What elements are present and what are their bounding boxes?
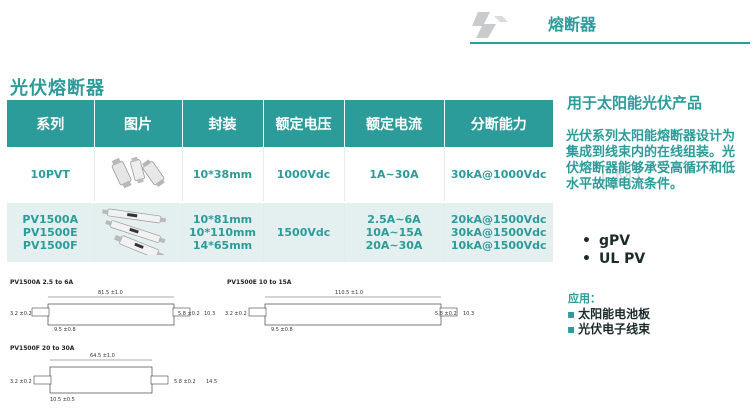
applications-heading: 应用： xyxy=(568,292,601,305)
col-series: 系列 xyxy=(7,100,95,147)
package-f: 14*65mm xyxy=(192,239,253,252)
dim-length: 81.5 ±1.0 xyxy=(98,290,123,296)
table-row: 10PVT 10*38mm 1000Vdc 1A~30A 30kA@1000Vd… xyxy=(7,147,553,202)
table-row: PV1500A PV1500E PV1500F 10*81mm 10*110mm… xyxy=(7,202,553,262)
breaking-e: 30kA@1500Vdc xyxy=(450,226,547,239)
dim-length: 110.5 ±1.0 xyxy=(335,290,363,296)
cell-package: 10*38mm xyxy=(182,147,264,202)
col-current: 额定电流 xyxy=(344,100,445,147)
cell-breaking: 20kA@1500Vdc 30kA@1500Vdc 10kA@1500Vdc xyxy=(444,202,553,262)
drawing-title: PV1500F 20 to 30A xyxy=(10,345,75,352)
package-a: 10*81mm xyxy=(192,213,253,226)
cell-breaking: 30kA@1000Vdc xyxy=(444,147,553,202)
spec-table: 系列 图片 封装 额定电压 额定电流 分断能力 10PVT 10*38mm 10… xyxy=(7,100,553,262)
current-a: 2.5A~6A xyxy=(367,213,421,226)
dim-end: 9.5 ±0.8 xyxy=(54,327,76,333)
col-package: 封装 xyxy=(182,100,264,147)
cell-package: 10*81mm 10*110mm 14*65mm xyxy=(182,202,264,262)
list-item: UL PV xyxy=(582,250,645,268)
list-item: 太阳能电池板 xyxy=(567,307,650,322)
drawing-pv1500a: PV1500A 2.5 to 6A 81.5 ±1.0 3.2 ±0.2 5.8… xyxy=(10,279,215,333)
header-title: 熔断器 xyxy=(548,15,597,34)
cell-voltage: 1500Vdc xyxy=(263,202,345,262)
applications-list: 太阳能电池板 光伏电子线束 xyxy=(567,307,650,337)
col-voltage: 额定电压 xyxy=(263,100,345,147)
breaking-f: 10kA@1500Vdc xyxy=(450,239,547,252)
series-f: PV1500F xyxy=(22,239,78,252)
list-item: gPV xyxy=(582,232,645,250)
dim-right: 5.8 ±0.2 xyxy=(174,379,196,385)
list-item: 光伏电子线束 xyxy=(567,322,650,337)
header-rule xyxy=(470,42,750,44)
dim-dia: 14.5 xyxy=(206,379,217,385)
dim-length: 64.5 ±1.0 xyxy=(90,353,115,359)
page-title: 光伏熔断器 xyxy=(10,78,105,99)
dim-end: 10.5 ±0.5 xyxy=(50,397,75,403)
fuse-pv1500-image xyxy=(102,208,167,259)
col-picture: 图片 xyxy=(94,100,183,147)
brand-logo-icon xyxy=(472,12,508,38)
package-e: 10*110mm xyxy=(189,226,256,239)
side-paragraph: 光伏系列太阳能熔断器设计为集成到线束内的在线组装。光伏熔断器能够承受高循环和低水… xyxy=(566,129,736,192)
series-a: PV1500A xyxy=(22,213,79,226)
col-breaking: 分断能力 xyxy=(444,100,553,147)
drawing-title: PV1500E 10 to 15A xyxy=(227,279,292,286)
cell-current: 2.5A~6A 10A~15A 20A~30A xyxy=(344,202,445,262)
dim-right: 5.8 ±0.2 xyxy=(435,311,457,317)
series-e: PV1500E xyxy=(22,226,78,239)
cell-voltage: 1000Vdc xyxy=(263,147,345,202)
cell-current: 1A~30A xyxy=(344,147,445,202)
drawing-title: PV1500A 2.5 to 6A xyxy=(10,279,73,286)
drawing-pv1500f: PV1500F 20 to 30A 64.5 ±1.0 3.2 ±0.2 5.8… xyxy=(10,345,217,403)
dim-left: 3.2 ±0.2 xyxy=(10,379,32,385)
cell-series: 10PVT xyxy=(7,147,95,202)
cell-picture xyxy=(94,202,183,262)
dim-right: 5.8 ±0.2 xyxy=(178,311,200,317)
dim-left: 3.2 ±0.2 xyxy=(10,311,32,317)
dim-end: 9.5 ±0.8 xyxy=(271,327,293,333)
table-header-row: 系列 图片 封装 额定电压 额定电流 分断能力 xyxy=(7,100,553,147)
cell-picture xyxy=(94,147,183,202)
fuse-10pvt-image xyxy=(111,156,165,188)
current-e: 10A~15A xyxy=(365,226,423,239)
drawing-pv1500e: PV1500E 10 to 15A 110.5 ±1.0 3.2 ±0.2 5.… xyxy=(225,279,474,333)
dim-dia: 10.3 xyxy=(463,311,474,317)
cell-series: PV1500A PV1500E PV1500F xyxy=(7,202,95,262)
standards-list: gPV UL PV xyxy=(582,232,645,268)
breaking-a: 20kA@1500Vdc xyxy=(450,213,547,226)
current-f: 20A~30A xyxy=(365,239,423,252)
side-heading: 用于太阳能光伏产品 xyxy=(567,94,703,112)
dim-dia: 10.3 xyxy=(204,311,215,317)
dim-left: 3.2 ±0.2 xyxy=(225,311,247,317)
